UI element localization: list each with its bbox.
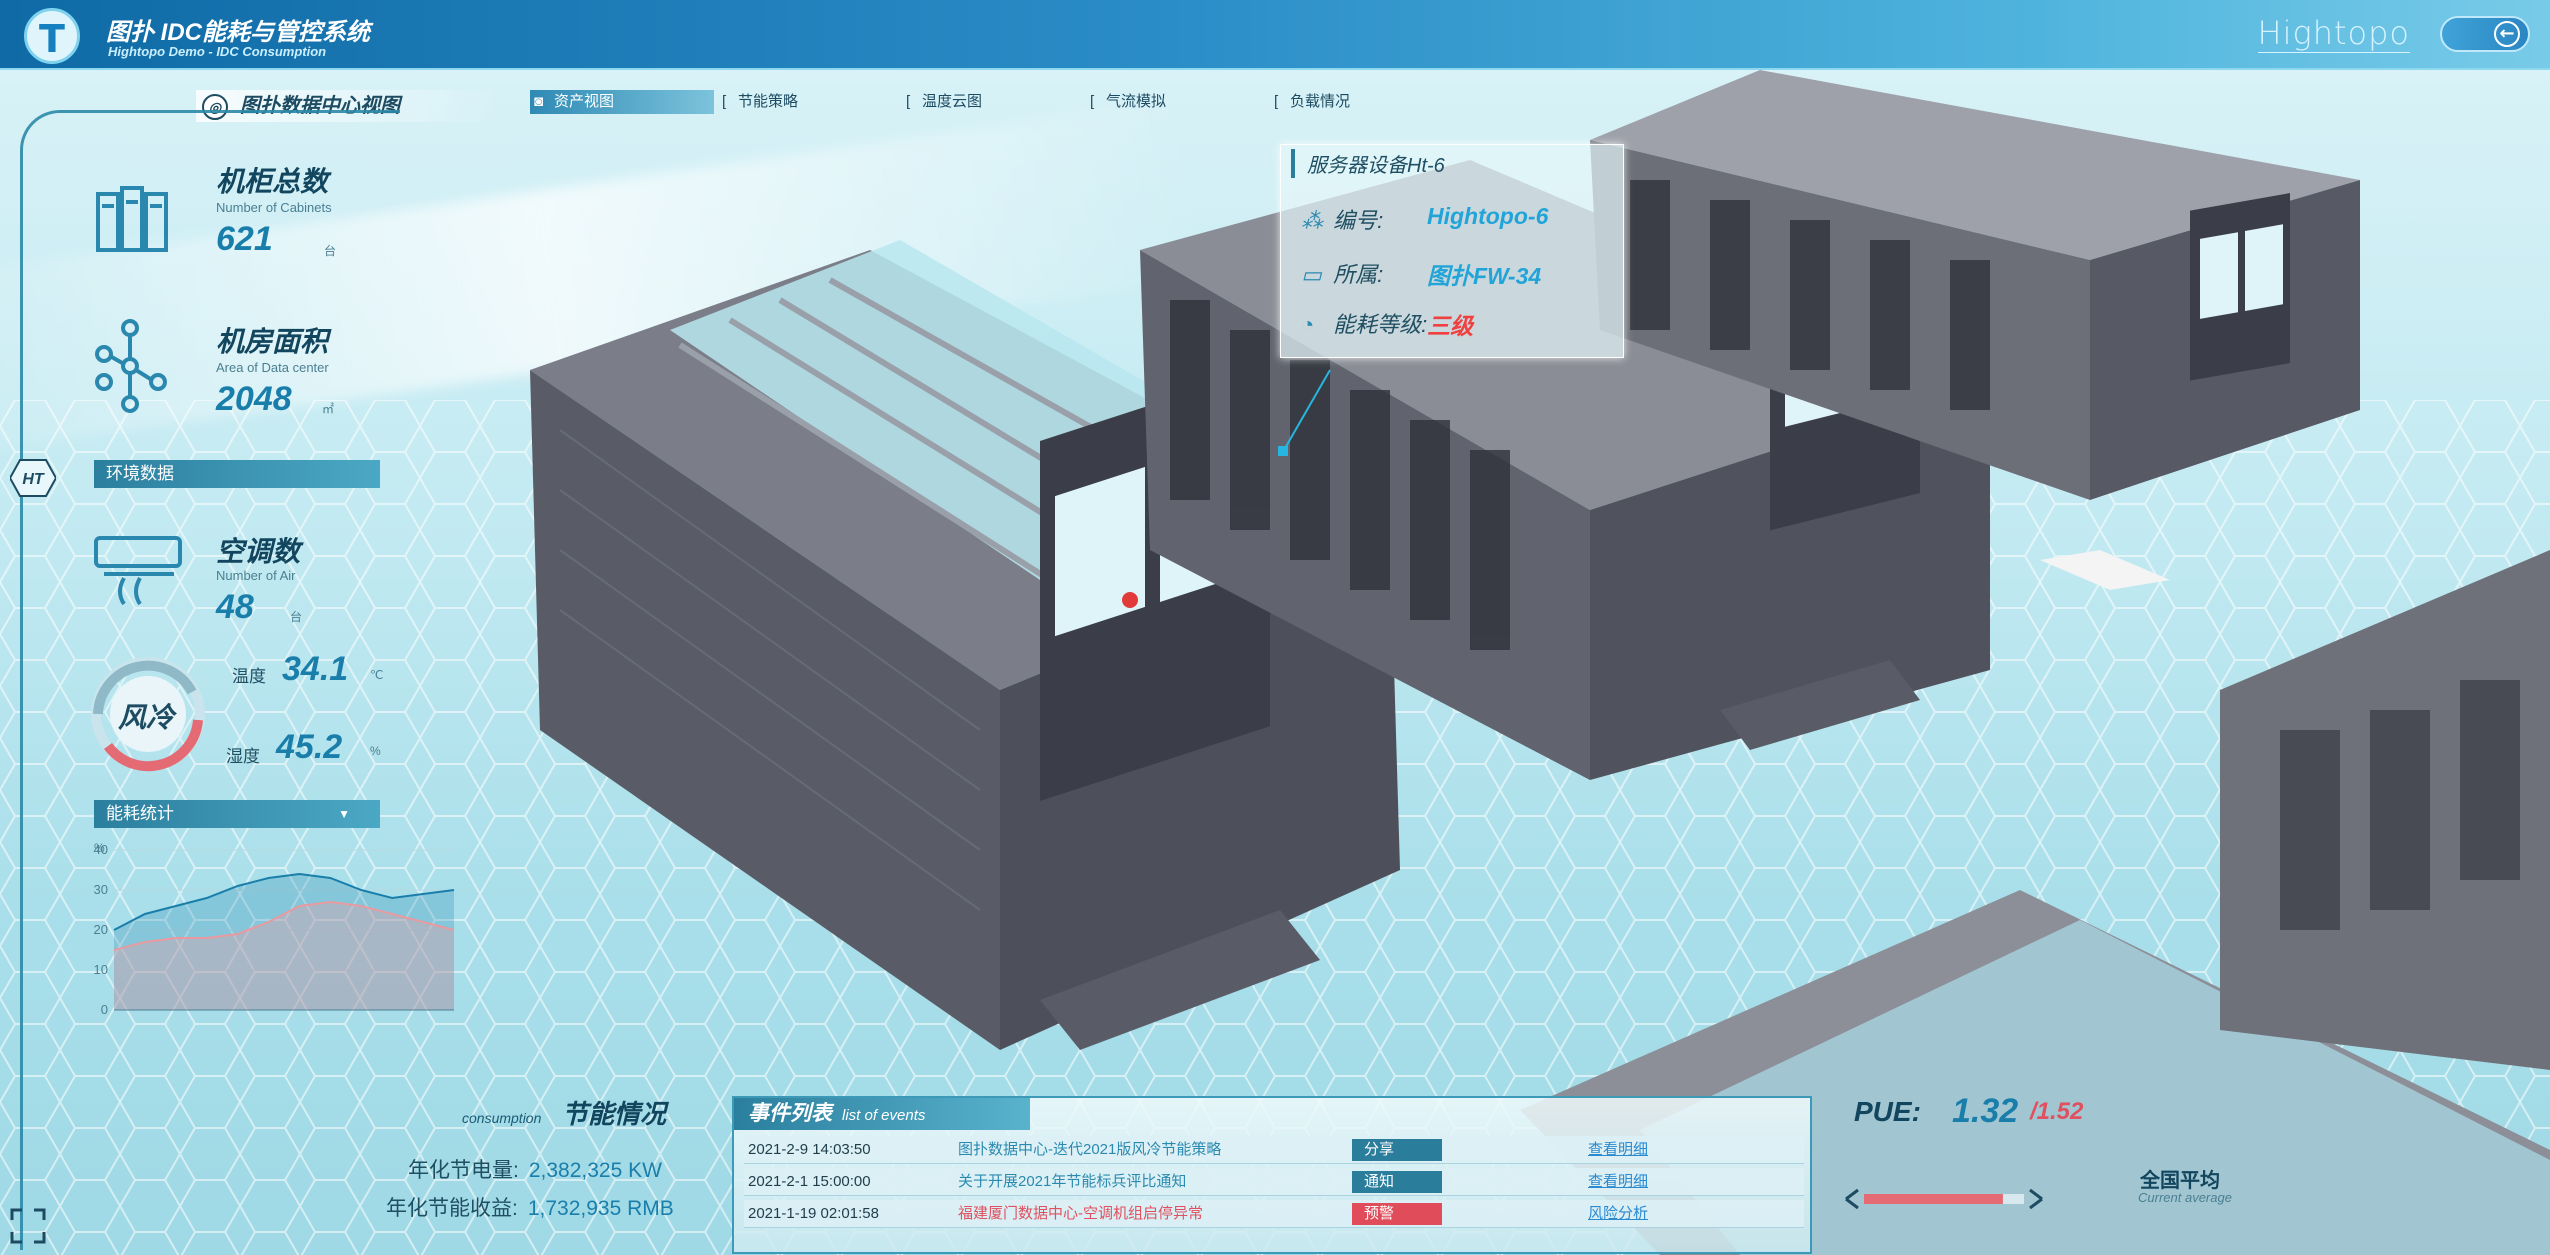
tab-energy-strategy[interactable]: 节能策略 <box>714 90 898 114</box>
air-en: Number of Air <box>216 568 296 583</box>
y-tick-label: 10 <box>94 962 108 977</box>
tab-load-status[interactable]: 负载情况 <box>1266 90 1450 114</box>
env-data-header: 环境数据 <box>94 460 380 488</box>
savings-power-value: 2,382,325 KW <box>528 1159 662 1182</box>
savings-income-value: 1,732,935 RMB <box>527 1197 674 1220</box>
area-title: 机房面积 <box>216 326 329 357</box>
pue-panel: PUE: 1.32 /1.52 全国平均 Current average <box>1820 1090 2550 1255</box>
cabinets-value: 621 <box>216 220 273 258</box>
event-date: 2021-2-1 15:00:00 <box>748 1173 871 1190</box>
pue-avg-label: 全国平均 <box>2140 1170 2220 1192</box>
popup-row-level: ◔ 能耗等级: 三级 <box>1301 307 1473 339</box>
tab-airflow-simulation[interactable]: 气流模拟 <box>1082 90 1266 114</box>
temperature-label: 温度 <box>232 667 266 686</box>
nodes-icon: ⁂ <box>1301 208 1323 233</box>
cabinet-icon <box>96 184 170 259</box>
pue-max: /1.52 <box>2030 1098 2084 1125</box>
popup-level-value: 三级 <box>1427 313 1473 339</box>
savings-row-income: 年化节能收益: 1,732,935 RMB <box>386 1192 674 1222</box>
pue-label: PUE: <box>1854 1096 1921 1127</box>
air-unit: 台 <box>290 610 303 624</box>
device-info-popup: 服务器设备Ht-6 ⁂ 编号: Hightopo-6 ▭ 所属: 图扑FW-34… <box>1280 144 1624 358</box>
savings-row-power: 年化节电量: 2,382,325 KW <box>408 1154 662 1184</box>
event-text: 图扑数据中心-迭代2021版风冷节能策略 <box>958 1141 1222 1158</box>
popup-id-value: Hightopo-6 <box>1427 203 1549 229</box>
savings-power-label: 年化节电量: <box>408 1159 519 1182</box>
event-tag: 通知 <box>1352 1171 1442 1193</box>
area-en: Area of Data center <box>216 360 329 375</box>
event-text: 关于开展2021年节能标兵评比通知 <box>958 1173 1187 1190</box>
app-subtitle: Hightopo Demo - IDC Consumption <box>108 44 327 59</box>
popup-row-owner: ▭ 所属: 图扑FW-34 <box>1301 257 1541 289</box>
event-list-title: 事件列表 <box>748 1102 832 1125</box>
event-list-en: list of events <box>842 1107 926 1124</box>
event-row[interactable]: 2021-1-19 02:01:58 福建厦门数据中心-空调机组启停异常 预警 … <box>744 1200 1804 1228</box>
event-link[interactable]: 风险分析 <box>1588 1200 1648 1228</box>
event-link[interactable]: 查看明细 <box>1588 1136 1648 1164</box>
cooling-mode-label: 风冷 <box>118 702 175 733</box>
event-tag: 预警 <box>1352 1203 1442 1225</box>
temperature-value: 34.1 <box>282 650 349 688</box>
air-conditioner-icon <box>94 534 184 619</box>
energy-stats-header[interactable]: 能耗统计 ▼ <box>94 800 380 828</box>
air-value: 48 <box>216 588 254 626</box>
event-tag: 分享 <box>1352 1139 1442 1161</box>
area-unit: ㎡ <box>322 402 335 416</box>
event-link[interactable]: 查看明细 <box>1588 1168 1648 1196</box>
gauge-icon: ◔ <box>1301 312 1315 337</box>
popup-row-id: ⁂ 编号: Hightopo-6 <box>1301 203 1548 235</box>
popup-id-label: 编号: <box>1333 208 1384 233</box>
dropdown-arrow-icon[interactable]: ▼ <box>338 800 350 828</box>
air-title: 空调数 <box>216 536 301 567</box>
y-tick-label: 20 <box>94 922 108 937</box>
topology-icon <box>94 318 180 423</box>
cooling-mode-gauge: 风冷 <box>88 654 208 779</box>
y-tick-label: 30 <box>94 882 108 897</box>
event-list-panel: 事件列表 list of events 2021-2-9 14:03:50 图扑数… <box>732 1096 1812 1254</box>
back-button[interactable]: ← <box>2440 16 2530 52</box>
event-date: 2021-1-19 02:01:58 <box>748 1205 879 1222</box>
fullscreen-icon[interactable] <box>8 1206 48 1246</box>
event-date: 2021-2-9 14:03:50 <box>748 1141 871 1158</box>
ht-side-badge[interactable]: HT <box>10 458 56 498</box>
cabinets-unit: 台 <box>324 244 337 258</box>
brand-logo-text: Hightopo <box>2257 14 2410 53</box>
view-tabs: 资产视图 节能策略 温度云图 气流模拟 负载情况 <box>530 90 1450 114</box>
popup-owner-value: 图扑FW-34 <box>1427 263 1542 289</box>
pue-bar <box>1845 1188 2043 1210</box>
event-row[interactable]: 2021-2-1 15:00:00 关于开展2021年节能标兵评比通知 通知 查… <box>744 1168 1804 1196</box>
energy-stats-label: 能耗统计 <box>106 804 174 823</box>
popup-pointer <box>1278 369 1331 456</box>
popup-level-label: 能耗等级: <box>1333 312 1428 337</box>
humidity-unit: % <box>370 744 381 758</box>
popup-title: 服务器设备Ht-6 <box>1291 149 1445 178</box>
cabinets-en: Number of Cabinets <box>216 200 332 215</box>
tab-temperature-cloud[interactable]: 温度云图 <box>898 90 1082 114</box>
app-title: 图扑 IDC能耗与管控系统 <box>106 19 370 46</box>
top-header: T 图扑 IDC能耗与管控系统 Hightopo Demo - IDC Cons… <box>0 0 2550 70</box>
humidity-value: 45.2 <box>276 728 343 766</box>
tab-asset-view[interactable]: 资产视图 <box>530 90 714 114</box>
savings-title: 节能情况 <box>562 1099 667 1129</box>
popup-owner-label: 所属: <box>1333 262 1384 287</box>
app-logo: T <box>24 8 80 64</box>
svg-text:HT: HT <box>22 471 45 488</box>
savings-en: consumption <box>462 1110 542 1126</box>
pue-avg-en: Current average <box>2138 1190 2232 1205</box>
humidity-label: 湿度 <box>226 747 260 766</box>
server-room-3[interactable] <box>1570 70 2370 530</box>
event-text: 福建厦门数据中心-空调机组启停异常 <box>958 1205 1203 1222</box>
cabinets-title: 机柜总数 <box>216 166 329 197</box>
savings-income-label: 年化节能收益: <box>386 1197 518 1220</box>
book-icon: ▭ <box>1301 262 1322 287</box>
back-arrow-icon: ← <box>2494 21 2520 47</box>
event-row[interactable]: 2021-2-9 14:03:50 图扑数据中心-迭代2021版风冷节能策略 分… <box>744 1136 1804 1164</box>
y-tick-label: 0 <box>101 1002 108 1017</box>
y-tick-label: 40 <box>94 842 108 857</box>
pue-value: 1.32 <box>1952 1092 2019 1130</box>
temperature-unit: ℃ <box>370 668 384 682</box>
energy-area-chart: %403020100 <box>94 841 455 1017</box>
area-value: 2048 <box>216 380 292 418</box>
event-list-header: 事件列表 list of events <box>734 1098 1030 1130</box>
